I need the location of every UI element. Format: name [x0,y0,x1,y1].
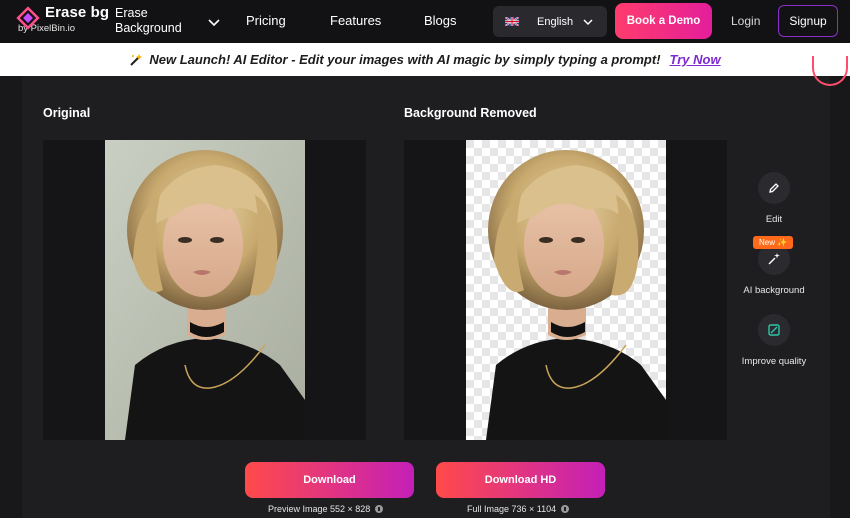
original-image-frame [43,140,366,440]
chevron-down-icon[interactable] [208,14,220,32]
product-menu[interactable]: Erase Background [115,6,182,36]
preview-image-info: Preview Image 552 × 828 [268,504,384,514]
ai-background-tool[interactable]: AI background [734,243,814,296]
edit-tool[interactable]: Edit [734,172,814,225]
download-hd-button[interactable]: Download HD [436,462,605,498]
improve-quality-tool[interactable]: Improve quality [734,314,814,367]
try-now-link[interactable]: Try Now [670,52,721,67]
pencil-icon[interactable] [758,172,790,204]
info-icon[interactable] [561,505,570,513]
improve-quality-label: Improve quality [741,356,807,367]
enhance-icon[interactable] [758,314,790,346]
info-icon[interactable] [375,505,384,513]
top-navbar: Erase bg by PixelBin.io Erase Background… [0,0,850,43]
brand-name: Erase bg [45,4,110,21]
uk-flag-icon [505,17,519,26]
ai-background-label: AI background [743,285,805,296]
login-link[interactable]: Login [731,14,760,28]
nav-link-pricing[interactable]: Pricing [246,13,286,28]
scroll-indicator[interactable] [812,56,848,86]
download-button[interactable]: Download [245,462,414,498]
product-menu-line2: Background [115,21,182,35]
sparkle-icon: ✨ [777,238,787,247]
new-badge-text: New [759,238,776,247]
banner-text: New Launch! AI Editor - Edit your images… [149,52,661,67]
book-demo-button[interactable]: Book a Demo [615,3,712,39]
magic-wand-icon [129,53,143,67]
language-label: English [537,15,574,28]
nav-link-features[interactable]: Features [330,13,381,28]
brand-logo[interactable]: Erase bg by PixelBin.io [16,5,109,34]
chevron-down-icon [583,17,593,29]
background-removed-label: Background Removed [404,106,537,120]
erase-bg-logo-icon [16,6,40,30]
result-photo [466,140,666,440]
full-image-info: Full Image 736 × 1104 [467,504,570,514]
nav-link-blogs[interactable]: Blogs [424,13,457,28]
result-image-frame [404,140,727,440]
announcement-banner: New Launch! AI Editor - Edit your images… [0,43,850,76]
original-label: Original [43,106,91,120]
new-badge: New ✨ [753,236,793,249]
preview-image-note: Preview Image 552 × 828 [268,504,371,514]
edit-tool-label: Edit [765,214,783,225]
original-photo [105,140,305,440]
full-image-note: Full Image 736 × 1104 [467,504,557,514]
signup-button[interactable]: Signup [778,5,838,37]
language-selector[interactable]: English [493,6,607,37]
product-menu-line1: Erase [115,6,148,20]
